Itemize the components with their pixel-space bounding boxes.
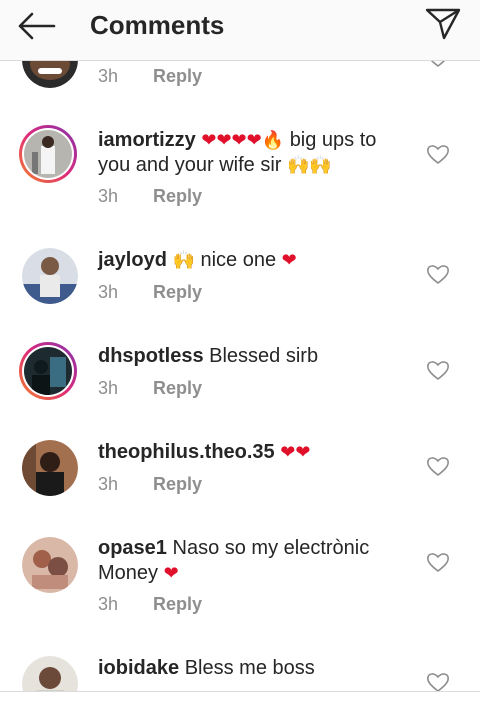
avatar-image [24,347,72,395]
comment-meta: 3h Reply [98,282,202,303]
comment-emoji: 🙌🙌 [286,155,332,175]
comment-text: iamortizzy ❤❤❤❤🔥 big ups to you and your… [98,128,410,178]
bottom-divider [0,691,480,692]
like-heart-icon[interactable] [426,143,450,165]
reply-button[interactable]: Reply [153,282,202,302]
avatar-image [24,130,72,178]
arrow-left-icon [18,12,56,40]
comment-meta: 3h Reply [98,378,202,399]
comment-text: theophilus.theo.35 ❤❤ [98,440,410,465]
avatar[interactable] [22,656,78,691]
comment-meta: 3h Reply [98,186,202,207]
avatar-image [22,656,78,691]
comment-body: nice one [200,249,282,271]
comment-time: 3h [98,594,119,614]
comment-username[interactable]: opase1 [98,537,167,559]
comment-text: dhspotless Blessed sirb [98,344,410,369]
comment-emoji: 🙌 [172,250,195,270]
avatar[interactable] [22,248,78,304]
avatar[interactable] [22,440,78,496]
comment-text: iobidake Bless me boss [98,656,410,681]
comment-username[interactable]: jayloyd [98,249,167,271]
comment-username[interactable]: theophilus.theo.35 [98,441,275,463]
comment-emoji: ❤❤❤❤🔥 [201,130,285,150]
top-bar: Comments [0,0,480,61]
back-button[interactable] [14,8,58,44]
reply-button[interactable]: Reply [153,474,202,494]
comment-time: 3h [98,186,119,206]
reply-button[interactable]: Reply [153,66,202,86]
comment-emoji: ❤ [281,250,297,270]
reply-button[interactable]: Reply [153,378,202,398]
comment-body: Bless me boss [184,657,315,679]
comment-meta: 3h Reply [98,594,202,615]
page-title: Comments [90,10,225,40]
comment-username[interactable]: iobidake [98,657,179,679]
comment-text: jayloyd 🙌 nice one ❤ [98,248,410,273]
share-button[interactable] [420,4,466,44]
comment-time: 3h [98,474,119,494]
like-heart-icon[interactable] [426,359,450,381]
comment-meta: 3h Reply [98,474,202,495]
reply-button[interactable]: Reply [153,594,202,614]
comment-meta: 3h Reply [98,66,202,87]
comment-text: opase1 Naso so my electrònic Money ❤ [98,536,410,586]
comment-time: 3h [98,66,119,86]
comment-body: Blessed sirb [209,345,319,367]
avatar-story-ring[interactable] [19,342,77,400]
like-heart-icon[interactable] [426,671,450,691]
like-heart-icon[interactable] [426,263,450,285]
comment-emoji: ❤ [163,563,179,583]
like-heart-icon[interactable] [426,455,450,477]
like-heart-icon[interactable] [426,551,450,573]
avatar-image [22,248,78,304]
avatar[interactable] [22,537,78,593]
avatar-image [22,537,78,593]
reply-button[interactable]: Reply [153,186,202,206]
avatar-story-ring[interactable] [19,125,77,183]
comment-time: 3h [98,282,119,302]
comment-username[interactable]: iamortizzy [98,129,196,151]
avatar-image [22,440,78,496]
paper-plane-icon [425,8,461,40]
comment-emoji: ❤❤ [280,442,311,462]
comment-username[interactable]: dhspotless [98,345,204,367]
comments-list[interactable]: 3h Reply iamortizzy ❤❤❤❤🔥 big ups to you… [0,0,480,691]
comment-time: 3h [98,378,119,398]
